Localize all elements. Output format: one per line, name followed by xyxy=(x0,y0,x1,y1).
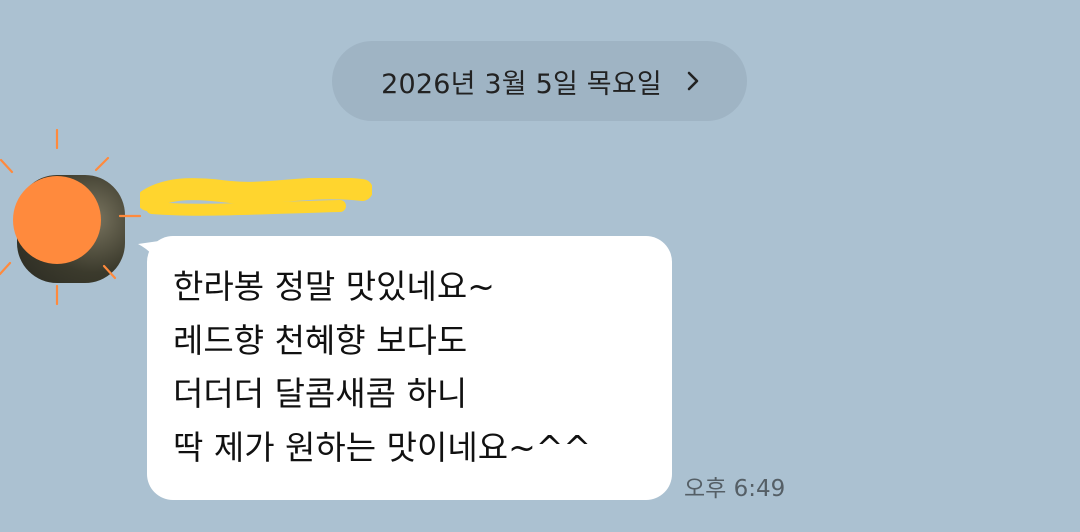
date-separator[interactable]: 2026년 3월 5일 목요일 xyxy=(332,41,747,121)
message-line: 더더더 달콤새콤 하니 xyxy=(173,374,468,413)
sender-avatar[interactable] xyxy=(0,128,150,318)
chevron-right-icon xyxy=(687,71,699,91)
message-time: 오후 6:49 xyxy=(684,476,786,502)
message-line: 딱 제가 원하는 맛이네요~^^ xyxy=(173,427,592,467)
message-bubble[interactable]: 한라봉 정말 맛있네요~ 레드향 천혜향 보다도 더더더 달콤새콤 하니 딱 제… xyxy=(147,236,672,500)
message-line: 한라봉 정말 맛있네요~ xyxy=(173,267,495,306)
date-label: 2026년 3월 5일 목요일 xyxy=(381,68,662,100)
avatar-sun-rays xyxy=(0,128,142,306)
sender-name-redaction xyxy=(140,178,372,216)
message-line: 레드향 천혜향 보다도 xyxy=(173,320,468,360)
